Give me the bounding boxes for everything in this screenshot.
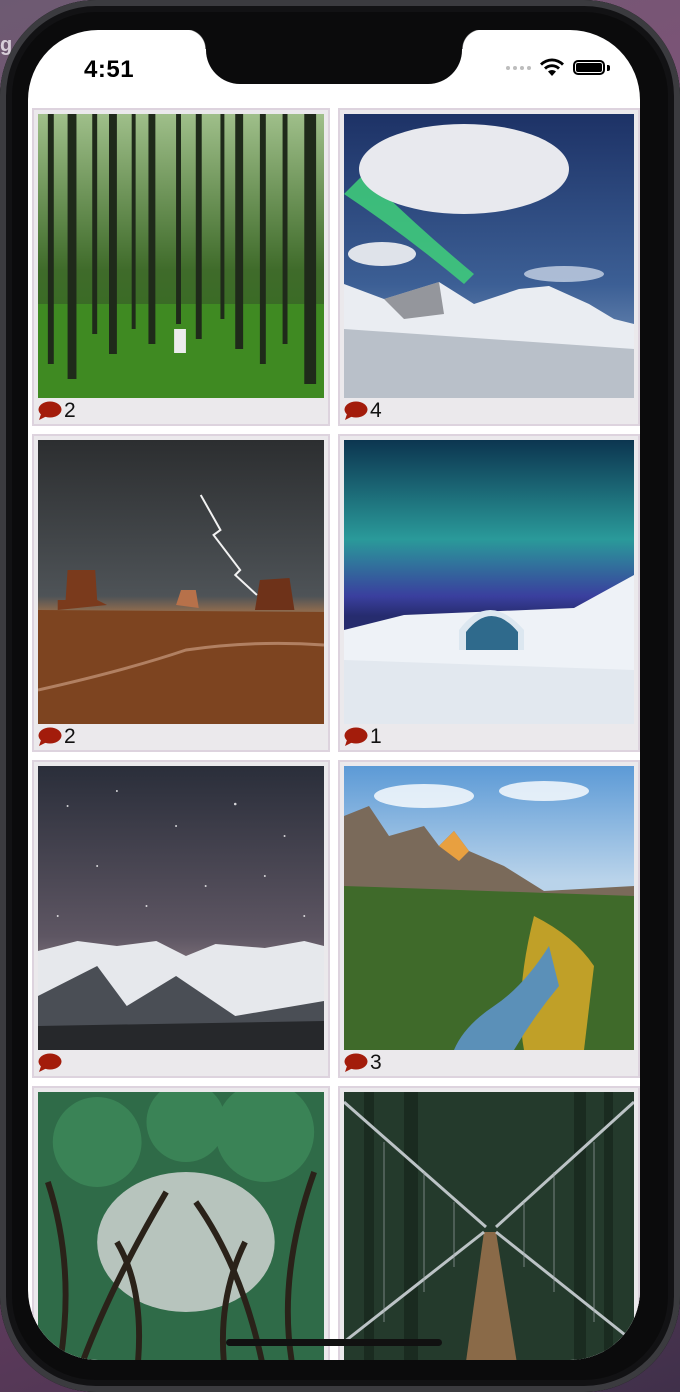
photo-cell[interactable]: 4: [338, 108, 640, 426]
cellular-signal-icon: [506, 65, 531, 70]
battery-icon: [573, 60, 605, 75]
photo-cell[interactable]: 2: [32, 108, 330, 426]
photo-forest[interactable]: [38, 114, 324, 398]
status-time: 4:51: [84, 56, 135, 83]
photo-grid: 2 4 2 1 3: [30, 108, 640, 1360]
photo-cell[interactable]: [338, 1086, 640, 1360]
speech-bubble-icon: [38, 727, 62, 746]
photo-cell[interactable]: 2: [32, 434, 330, 752]
comment-count: 4: [370, 399, 382, 422]
photo-ice-hotel[interactable]: [344, 440, 634, 724]
speech-bubble-icon: [38, 1053, 62, 1072]
photo-canyon-river[interactable]: [344, 766, 634, 1050]
photo-starry-peaks[interactable]: [38, 766, 324, 1050]
photo-desert-storm[interactable]: [38, 440, 324, 724]
home-indicator[interactable]: [226, 1339, 442, 1346]
speech-bubble-icon: [344, 1053, 368, 1072]
comment-indicator: [38, 1050, 64, 1076]
comment-indicator: 2: [38, 724, 76, 750]
app-screen: 4:51 2 4 2 1 3: [28, 30, 640, 1360]
speech-bubble-icon: [344, 727, 368, 746]
comment-indicator: 1: [344, 724, 382, 750]
photo-aurora-mountain[interactable]: [344, 114, 634, 398]
photo-cell[interactable]: [32, 1086, 330, 1360]
photo-cell[interactable]: [32, 760, 330, 1078]
notch: [186, 30, 482, 84]
comment-indicator: 3: [344, 1050, 382, 1076]
speech-bubble-icon: [344, 401, 368, 420]
phone-frame: 4:51 2 4 2 1 3: [0, 0, 680, 1392]
status-icons: [506, 58, 610, 77]
comment-indicator: 4: [344, 398, 382, 424]
photo-tree-canopy[interactable]: [38, 1092, 324, 1360]
photo-cell[interactable]: 1: [338, 434, 640, 752]
wifi-icon: [540, 58, 564, 76]
comment-count: 1: [370, 725, 382, 748]
comment-indicator: 2: [38, 398, 76, 424]
photo-cell[interactable]: 3: [338, 760, 640, 1078]
speech-bubble-icon: [38, 401, 62, 420]
comment-count: 3: [370, 1051, 382, 1074]
photo-suspension-bridge[interactable]: [344, 1092, 634, 1360]
comment-count: 2: [64, 725, 76, 748]
comment-count: 2: [64, 399, 76, 422]
